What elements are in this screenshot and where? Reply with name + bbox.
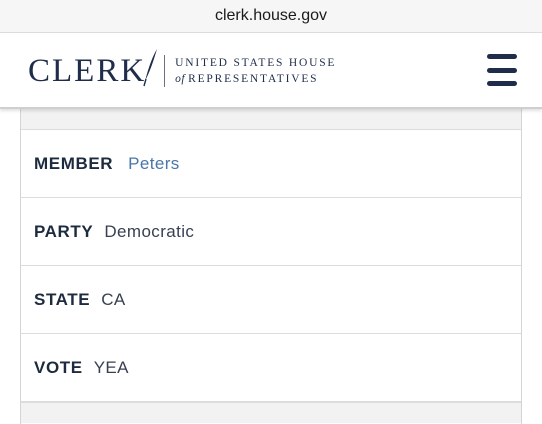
logo-line-2-text: REPRESENTATIVES [188, 73, 319, 85]
clerk-logo[interactable]: CLERK UNITED STATES HOUSE of REPRESENTATI… [28, 49, 336, 91]
logo-line-2: of REPRESENTATIVES [175, 71, 336, 87]
party-row: PARTY Democratic [21, 198, 521, 266]
logo-line-1: UNITED STATES HOUSE [175, 57, 337, 69]
vote-value: YEA [93, 357, 129, 377]
vote-label: VOTE [34, 357, 83, 377]
browser-address-bar[interactable]: clerk.house.gov [0, 0, 542, 33]
state-row: STATE CA [21, 266, 521, 334]
member-label: MEMBER [34, 153, 114, 173]
vote-detail-panel: MEMBER Peters PARTY Democratic STATE CA … [20, 108, 522, 424]
vote-row: VOTE YEA [21, 334, 521, 402]
member-row: MEMBER Peters [21, 130, 521, 198]
menu-bar [487, 54, 517, 59]
menu-bar [487, 81, 517, 86]
logo-of: of [175, 73, 186, 85]
logo-wordmark: CLERK [28, 52, 147, 89]
party-label: PARTY [34, 221, 94, 241]
party-value: Democratic [104, 221, 195, 241]
panel-footer-band [21, 402, 521, 423]
logo-subtitle: UNITED STATES HOUSE of REPRESENTATIVES [175, 55, 336, 87]
state-value: CA [101, 289, 126, 309]
url-text: clerk.house.gov [214, 7, 328, 24]
member-link[interactable]: Peters [128, 154, 180, 174]
menu-bar [487, 67, 517, 73]
site-header: CLERK UNITED STATES HOUSE of REPRESENTATI… [0, 33, 542, 109]
logo-divider [164, 55, 166, 87]
quill-icon [143, 49, 158, 87]
panel-header-band [21, 108, 521, 130]
state-label: STATE [34, 289, 91, 309]
hamburger-menu-icon[interactable] [487, 54, 517, 86]
